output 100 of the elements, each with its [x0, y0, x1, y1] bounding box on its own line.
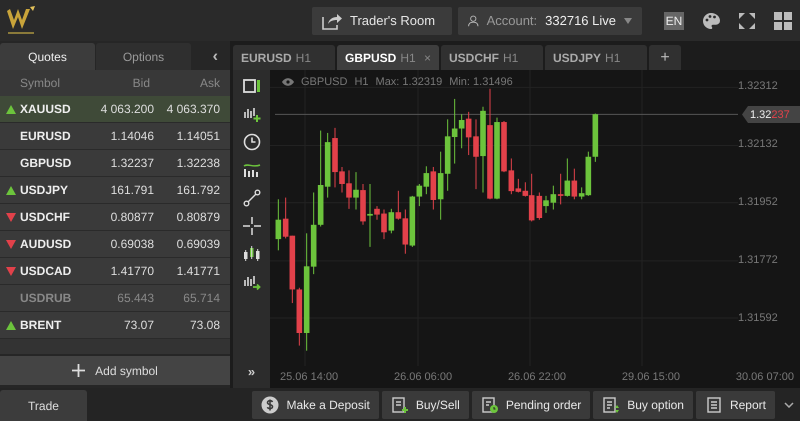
- clock-icon[interactable]: [242, 133, 260, 151]
- rising-candle: [550, 186, 556, 210]
- quote-row[interactable]: XAUUSD 4 063.200 4 063.370: [0, 96, 230, 123]
- ask-price: 65.714: [182, 291, 220, 305]
- bid-price: 1.14046: [110, 129, 154, 143]
- panel-tab[interactable]: Options: [96, 43, 191, 70]
- falling-candle: [466, 112, 472, 156]
- bid-price: 73.07: [122, 318, 154, 332]
- column-header: Bid: [132, 76, 150, 90]
- quote-row[interactable]: AUDUSD 0.69038 0.69039: [0, 231, 230, 258]
- action-button[interactable]: Buy/Sell: [382, 390, 469, 418]
- chart-info-text: H1: [354, 76, 369, 88]
- ask-price: 0.80879: [176, 210, 220, 224]
- column-header: Ask: [198, 76, 220, 90]
- crosshair-icon[interactable]: [242, 217, 260, 235]
- falling-candle: [473, 119, 479, 190]
- eye-icon: [282, 78, 294, 86]
- trade-tab[interactable]: Trade: [0, 390, 87, 421]
- falling-candle: [536, 192, 542, 220]
- ask-price: 1.41771: [176, 264, 220, 278]
- symbol-text: USDJPY: [20, 183, 70, 197]
- chart-tab[interactable]: USDCHF H1: [441, 45, 543, 70]
- bid-price: 1.32237: [110, 156, 154, 170]
- rising-candle: [353, 172, 359, 210]
- price-pips: 237: [771, 108, 790, 120]
- symbol-text: AUDUSD: [20, 237, 72, 251]
- quote-row[interactable]: USDCAD 1.41770 1.41771: [0, 258, 230, 285]
- account-dropdown[interactable]: Account: 332716 Live: [458, 6, 642, 34]
- price-tick: 1.32312: [738, 80, 779, 92]
- tab-period: H1: [400, 50, 416, 64]
- chart-tab[interactable]: GBPUSD H1 ×: [337, 45, 439, 70]
- document-arrows-icon: [602, 396, 620, 414]
- panel-tab[interactable]: Quotes: [0, 43, 95, 70]
- plus-icon: [72, 364, 86, 377]
- ask-price: 161.792: [176, 183, 220, 197]
- price-main: 1.32: [750, 108, 772, 120]
- tab-symbol: EURUSD: [241, 50, 292, 64]
- quote-row[interactable]: BRENT 73.07 73.08: [0, 312, 230, 339]
- bid-price: 161.791: [110, 183, 154, 197]
- traders-room-button[interactable]: Trader's Room: [312, 6, 452, 34]
- falling-candle: [572, 168, 578, 200]
- document-icon: [704, 396, 723, 414]
- symbol-text: USDCHF: [20, 210, 71, 224]
- bars-arrow-icon[interactable]: [242, 273, 260, 291]
- account-number: 332716 Live: [545, 13, 616, 28]
- symbol-text: USDRUB: [20, 291, 72, 305]
- chart-info-text: Max: 1.32319: [376, 76, 442, 88]
- bid-price: 0.69038: [110, 237, 154, 251]
- candles-icon[interactable]: [242, 245, 260, 263]
- tab-period: H1: [605, 50, 620, 64]
- ask-price: 73.08: [188, 318, 220, 332]
- bid-price: 65.443: [116, 291, 154, 305]
- action-button[interactable]: Buy option: [593, 390, 693, 418]
- ask-price: 0.69039: [176, 237, 220, 251]
- falling-candle: [430, 166, 436, 210]
- chart-tab[interactable]: EURUSD H1: [233, 45, 335, 70]
- falling-candle: [501, 121, 507, 172]
- price-tick: 1.31592: [738, 312, 779, 324]
- time-tick: 29.06 15:00: [622, 371, 680, 383]
- price-tick: 1.31952: [738, 196, 779, 208]
- symbol-text: USDCAD: [20, 264, 72, 278]
- add-bars-icon[interactable]: [242, 105, 260, 123]
- chart-tab[interactable]: USDJPY H1: [545, 45, 647, 70]
- action-button[interactable]: Report: [696, 390, 775, 418]
- ask-price: 4 063.370: [166, 102, 220, 116]
- time-tick: 30.06 07:00: [736, 371, 794, 383]
- layout-icon[interactable]: [242, 77, 260, 95]
- quote-row[interactable]: USDJPY 161.791 161.792: [0, 177, 230, 204]
- add-symbol-button[interactable]: Add symbol: [0, 356, 230, 385]
- account-label: Account:: [486, 13, 538, 28]
- quote-row[interactable]: EURUSD 1.14046 1.14051: [0, 123, 230, 150]
- quote-row[interactable]: USDCHF 0.80877 0.80879: [0, 204, 230, 231]
- add-tab-button[interactable]: +: [649, 45, 681, 70]
- price-tick: 1.31772: [738, 254, 779, 266]
- price-tick: 1.32132: [738, 138, 779, 150]
- tab-period: H1: [503, 50, 518, 64]
- quote-row[interactable]: GBPUSD 1.32237 1.32238: [0, 150, 230, 177]
- fullscreen-icon[interactable]: [738, 12, 756, 30]
- grid-icon[interactable]: [774, 12, 792, 30]
- tab-symbol: USDCHF: [449, 50, 499, 64]
- time-tick: 26.06 22:00: [508, 371, 566, 383]
- action-button[interactable]: Pending order: [472, 390, 590, 418]
- language-button[interactable]: EN: [664, 12, 684, 30]
- bid-price: 4 063.200: [100, 102, 154, 116]
- tab-period: H1: [296, 50, 312, 64]
- line-tool-icon[interactable]: [242, 189, 260, 207]
- dollar-icon: [261, 396, 280, 414]
- palette-icon[interactable]: [702, 12, 720, 30]
- more-tools-button[interactable]: »: [242, 363, 262, 380]
- tab-symbol: GBPUSD: [345, 50, 396, 64]
- action-button[interactable]: Make a Deposit: [252, 390, 379, 418]
- symbol-text: EURUSD: [20, 129, 72, 143]
- logo-icon: [4, 4, 38, 36]
- symbol-text: XAUUSD: [20, 102, 72, 116]
- rising-candle: [543, 196, 549, 213]
- symbol-text: BRENT: [20, 318, 62, 332]
- collapse-button[interactable]: ‹: [206, 43, 224, 70]
- document-plus-icon: [390, 396, 409, 414]
- dropdown-caret-icon: [624, 18, 632, 24]
- ask-price: 1.32238: [176, 156, 220, 170]
